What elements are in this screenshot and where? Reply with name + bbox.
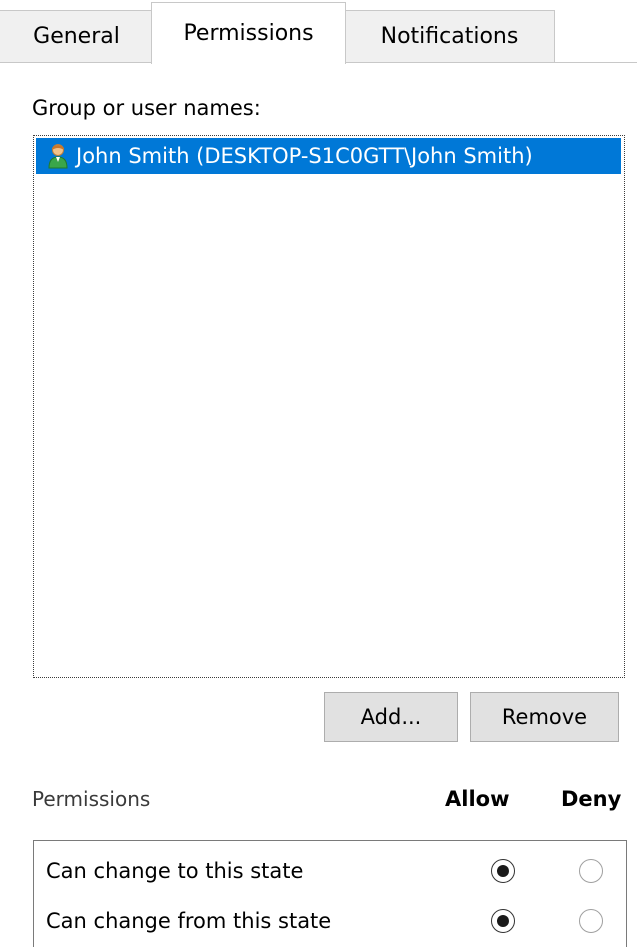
allow-column-header: Allow xyxy=(445,787,510,811)
permission-label: Can change from this state xyxy=(46,909,332,933)
list-item[interactable]: John Smith (DESKTOP-S1C0GTT\John Smith) xyxy=(36,138,621,174)
deny-radio[interactable] xyxy=(579,859,603,883)
add-button[interactable]: Add... xyxy=(324,692,458,742)
remove-button[interactable]: Remove xyxy=(470,692,619,742)
tab-permissions[interactable]: Permissions xyxy=(151,2,346,64)
group-names-list[interactable]: John Smith (DESKTOP-S1C0GTT\John Smith) xyxy=(33,135,625,678)
tab-general[interactable]: General xyxy=(0,10,154,63)
user-icon xyxy=(48,144,68,169)
allow-radio[interactable] xyxy=(491,909,515,933)
permission-row: Can change to this state xyxy=(46,853,606,893)
tab-notifications[interactable]: Notifications xyxy=(345,10,555,63)
user-entry-name: John Smith (DESKTOP-S1C0GTT\John Smith) xyxy=(76,144,533,168)
group-names-label: Group or user names: xyxy=(32,96,261,120)
permissions-dialog: General Permissions Notifications Group … xyxy=(0,0,637,947)
permissions-heading: Permissions xyxy=(32,787,151,811)
permission-label: Can change to this state xyxy=(46,859,304,883)
deny-radio[interactable] xyxy=(579,909,603,933)
permissions-list: Can change to this state Can change from… xyxy=(33,840,627,947)
allow-radio[interactable] xyxy=(491,859,515,883)
deny-column-header: Deny xyxy=(561,787,622,811)
permission-row: Can change from this state xyxy=(46,903,606,943)
